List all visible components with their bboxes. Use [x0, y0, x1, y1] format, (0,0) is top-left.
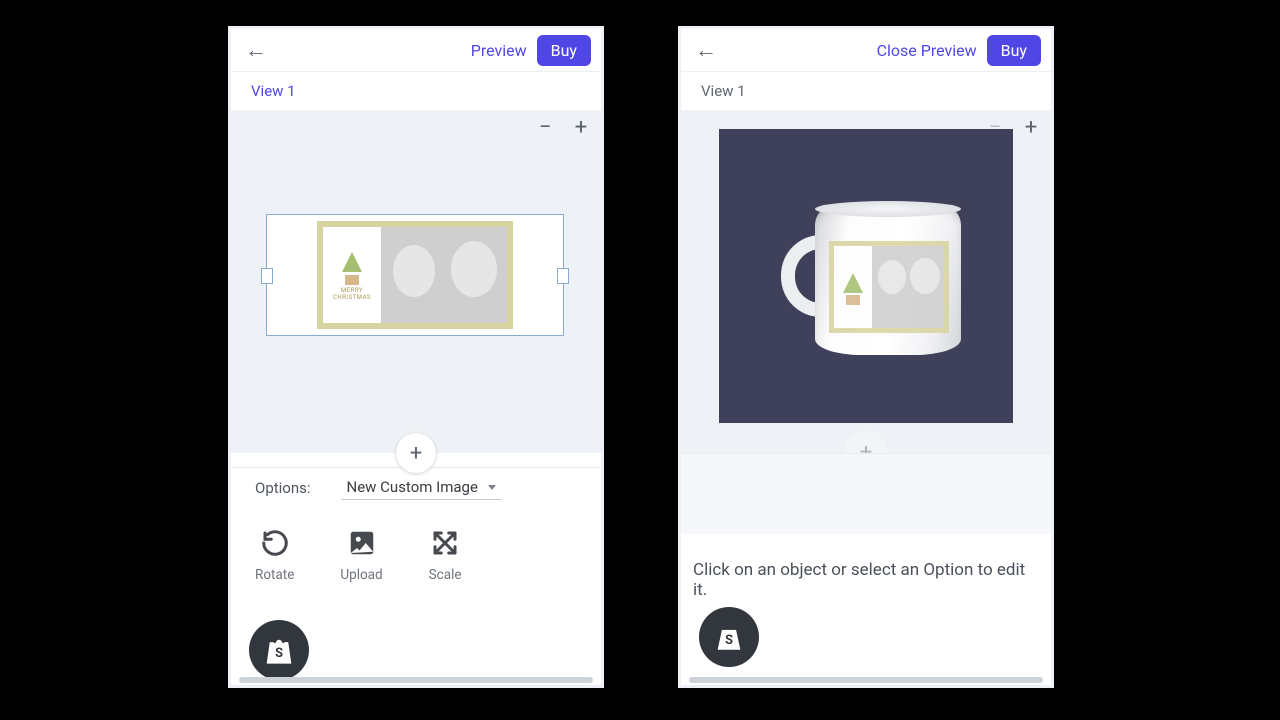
- card-template[interactable]: MERRY CHRISTMAS: [317, 221, 513, 329]
- tool-scale-label: Scale: [429, 567, 462, 583]
- preview-lower-pane: [681, 453, 1051, 534]
- tool-rotate[interactable]: Rotate: [255, 527, 294, 583]
- tree-icon: [342, 252, 362, 272]
- add-element-button[interactable]: +: [396, 433, 436, 473]
- views-tabbar: View 1: [231, 72, 601, 111]
- zoom-in-button[interactable]: +: [1019, 115, 1043, 139]
- options-label: Options:: [255, 479, 311, 497]
- tool-upload[interactable]: Upload: [340, 527, 382, 583]
- resize-handle-left[interactable]: [261, 268, 273, 284]
- chevron-down-icon: [488, 485, 496, 490]
- top-bar: ← Close Preview Buy: [681, 29, 1051, 72]
- options-selected-value: New Custom Image: [347, 478, 478, 496]
- bottom-bar: S: [681, 589, 1051, 685]
- bottom-bar: S: [231, 602, 601, 698]
- horizontal-scrollbar[interactable]: [689, 677, 1043, 683]
- tab-view-1[interactable]: View 1: [701, 82, 746, 100]
- tool-upload-label: Upload: [340, 567, 382, 583]
- svg-text:S: S: [275, 646, 283, 661]
- tool-scale[interactable]: Scale: [429, 527, 462, 583]
- design-canvas[interactable]: − + MERRY CHRISTMAS +: [231, 111, 601, 453]
- back-arrow-icon[interactable]: ←: [691, 35, 721, 65]
- preview-button[interactable]: Preview: [461, 37, 537, 64]
- image-icon: [346, 527, 378, 559]
- options-dropdown[interactable]: New Custom Image: [341, 476, 502, 500]
- tree-icon: [843, 273, 863, 293]
- options-row: Options: New Custom Image: [231, 467, 601, 508]
- views-tabbar: View 1: [681, 72, 1051, 111]
- rotate-icon: [259, 527, 291, 559]
- shopping-bag-icon: S: [712, 620, 746, 654]
- shopping-bag-icon: S: [262, 633, 296, 667]
- preview-panel: ← Close Preview Buy View 1 − +: [678, 26, 1054, 688]
- svg-text:S: S: [725, 633, 733, 648]
- resize-handle-right[interactable]: [557, 268, 569, 284]
- shop-badge[interactable]: S: [699, 607, 759, 667]
- product-preview-3d[interactable]: [719, 129, 1013, 423]
- close-preview-button[interactable]: Close Preview: [867, 37, 987, 64]
- buy-button[interactable]: Buy: [537, 35, 591, 66]
- card-left-column: MERRY CHRISTMAS: [323, 227, 381, 323]
- horizontal-scrollbar[interactable]: [239, 677, 593, 683]
- top-bar: ← Preview Buy: [231, 29, 601, 72]
- zoom-out-button[interactable]: −: [533, 115, 557, 139]
- buy-button[interactable]: Buy: [987, 35, 1041, 66]
- shop-badge[interactable]: S: [249, 620, 309, 680]
- tool-rotate-label: Rotate: [255, 567, 294, 583]
- mug-mockup: [781, 205, 961, 355]
- mug-photo-placeholder: [872, 246, 944, 328]
- pot-icon: [345, 275, 359, 285]
- tab-view-1[interactable]: View 1: [251, 82, 296, 100]
- tool-row: Rotate Upload Scale: [231, 508, 601, 602]
- back-arrow-icon[interactable]: ←: [241, 35, 271, 65]
- scale-icon: [429, 527, 461, 559]
- card-greeting-text: MERRY CHRISTMAS: [323, 288, 381, 301]
- mug-artwork: [829, 241, 949, 333]
- editor-panel: ← Preview Buy View 1 − + MERRY CHRISTMAS…: [228, 26, 604, 688]
- design-selection-frame[interactable]: MERRY CHRISTMAS: [267, 215, 563, 335]
- preview-canvas[interactable]: − + +: [681, 111, 1051, 453]
- pot-icon: [846, 295, 860, 305]
- card-photo-placeholder[interactable]: [381, 227, 507, 323]
- zoom-in-button[interactable]: +: [569, 115, 593, 139]
